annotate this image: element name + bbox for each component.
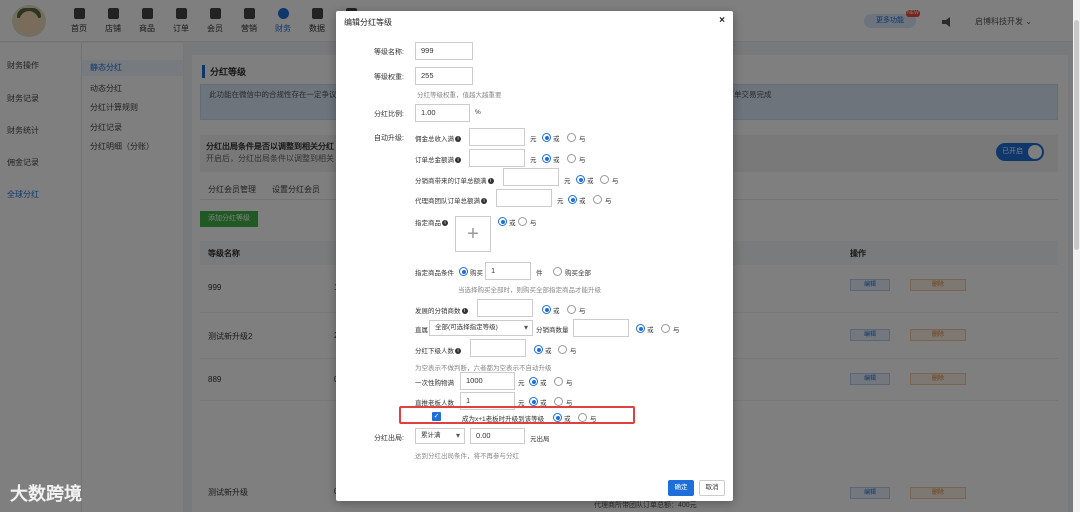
exit-label: 分红出局: (374, 435, 404, 442)
level-weight-hint: 分红等级权重，值越大越重要 (417, 92, 502, 99)
or-radio[interactable] (542, 305, 551, 314)
or-radio[interactable] (534, 345, 543, 354)
auto-upgrade-label: 自动升级: (374, 135, 404, 142)
buy-quantity-input[interactable]: 1 (485, 262, 531, 280)
or-radio[interactable] (498, 217, 507, 226)
info-icon: i (442, 220, 448, 227)
developed-count-input[interactable] (477, 299, 533, 317)
distributor-count-input[interactable] (573, 319, 629, 337)
buy-all-radio[interactable] (553, 267, 562, 276)
and-radio[interactable] (661, 324, 670, 333)
single-purchase-input[interactable]: 1000 (460, 372, 515, 390)
commission-input[interactable] (469, 128, 525, 146)
info-icon: i (455, 136, 461, 143)
cancel-button[interactable]: 取消 (699, 480, 725, 496)
and-radio[interactable] (567, 133, 576, 142)
info-icon: i (461, 308, 468, 315)
buy-hint: 当选择购买全部时，则购买全部指定商品才能升级 (458, 287, 601, 294)
and-radio[interactable] (558, 345, 567, 354)
info-icon: i (481, 198, 487, 205)
close-icon[interactable]: × (719, 15, 725, 26)
and-radio[interactable] (554, 397, 563, 406)
highlight-box (399, 406, 635, 424)
and-radio[interactable] (554, 377, 563, 386)
page-scrollbar[interactable] (1073, 0, 1080, 512)
distributor-orders-input[interactable] (503, 168, 559, 186)
or-radio[interactable] (576, 175, 585, 184)
edit-level-modal: 编辑分红等级 × 等级名称: 999 等级权重: 255 分红等级权重，值越大越… (336, 11, 733, 501)
order-total-input[interactable] (469, 149, 525, 167)
level-name-label: 等级名称: (374, 49, 404, 56)
or-radio[interactable] (529, 377, 538, 386)
sub-count-input[interactable] (470, 339, 526, 357)
level-name-input[interactable]: 999 (415, 42, 473, 60)
exit-hint: 达到分红出局条件，将不再参与分红 (415, 453, 519, 460)
level-weight-input[interactable]: 255 (415, 67, 473, 85)
and-radio[interactable] (593, 195, 602, 204)
buy-one-radio[interactable] (459, 267, 468, 276)
level-weight-label: 等级权重: (374, 74, 404, 81)
info-icon: i (455, 348, 461, 355)
confirm-button[interactable]: 确定 (668, 480, 694, 496)
ratio-label: 分红比例: (374, 111, 404, 118)
ratio-input[interactable]: 1.00 (415, 104, 470, 122)
and-radio[interactable] (567, 305, 576, 314)
direct-level-select[interactable]: 全部(可选择指定等级) (429, 320, 533, 336)
or-radio[interactable] (542, 133, 551, 142)
scrollbar-thumb[interactable] (1074, 20, 1079, 250)
or-radio[interactable] (636, 324, 645, 333)
exit-value-input[interactable]: 0.00 (470, 428, 525, 444)
add-goods-button[interactable]: + (455, 216, 491, 252)
or-radio[interactable] (542, 154, 551, 163)
watermark-logo: 大数跨境 (10, 484, 82, 504)
and-radio[interactable] (567, 154, 576, 163)
sub-hint: 为空表示不做判断，六者都为空表示不自动升级 (415, 365, 552, 372)
info-icon: i (455, 157, 461, 164)
modal-title: 编辑分红等级 (344, 18, 392, 27)
info-icon: i (487, 178, 494, 185)
and-radio[interactable] (600, 175, 609, 184)
or-radio[interactable] (529, 397, 538, 406)
or-radio[interactable] (568, 195, 577, 204)
exit-type-select[interactable]: 累计满 (415, 428, 465, 444)
agent-orders-input[interactable] (496, 189, 552, 207)
and-radio[interactable] (518, 217, 527, 226)
